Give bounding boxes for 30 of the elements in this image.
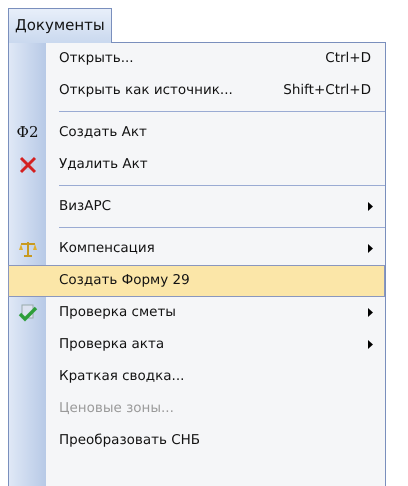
menu-item[interactable]: Компенсация: [9, 232, 385, 264]
shortcut-label: Ctrl+D: [325, 49, 371, 68]
menu-item[interactable]: Краткая сводка...: [9, 360, 385, 392]
shortcut-label: Shift+Ctrl+D: [283, 81, 371, 100]
menu-item-label: Ценовые зоны...: [59, 399, 174, 418]
menu-title[interactable]: Документы: [8, 8, 112, 42]
menu-item-label: Компенсация: [59, 239, 155, 258]
menu-item[interactable]: Ф2 Создать Акт: [9, 116, 385, 148]
menu-item-label: Краткая сводка...: [59, 367, 184, 386]
menu-item[interactable]: Проверка сметы: [9, 296, 385, 328]
menu-item-label: Открыть как источник...: [59, 81, 233, 100]
menu-item-label: Проверка акта: [59, 335, 164, 354]
scales-icon: [18, 240, 38, 258]
menu-item-label: ВизАРС: [59, 197, 112, 216]
menu-item[interactable]: Удалить Акт: [9, 148, 385, 180]
menu-item-label: Создать Акт: [59, 123, 147, 142]
menu-item[interactable]: Проверка акта: [9, 328, 385, 360]
menu-item-label: Преобразовать СНБ: [59, 431, 200, 450]
menu-item-label: Создать Форму 29: [59, 271, 190, 290]
menu-item-label: Проверка сметы: [59, 303, 176, 322]
menu-item-label: Удалить Акт: [59, 155, 148, 174]
menu-item[interactable]: Открыть... Ctrl+D: [9, 42, 385, 74]
form-icon: Ф2: [16, 121, 38, 144]
menu-item[interactable]: Создать Форму 29: [8, 264, 385, 296]
check-icon: [18, 304, 38, 322]
menu-item[interactable]: Преобразовать СНБ: [9, 424, 385, 456]
menu-item-label: Открыть...: [59, 49, 134, 68]
menu-item[interactable]: ВизАРС: [9, 190, 385, 222]
cross-icon: [18, 156, 38, 174]
menu-item[interactable]: Открыть как источник... Shift+Ctrl+D: [9, 74, 385, 106]
